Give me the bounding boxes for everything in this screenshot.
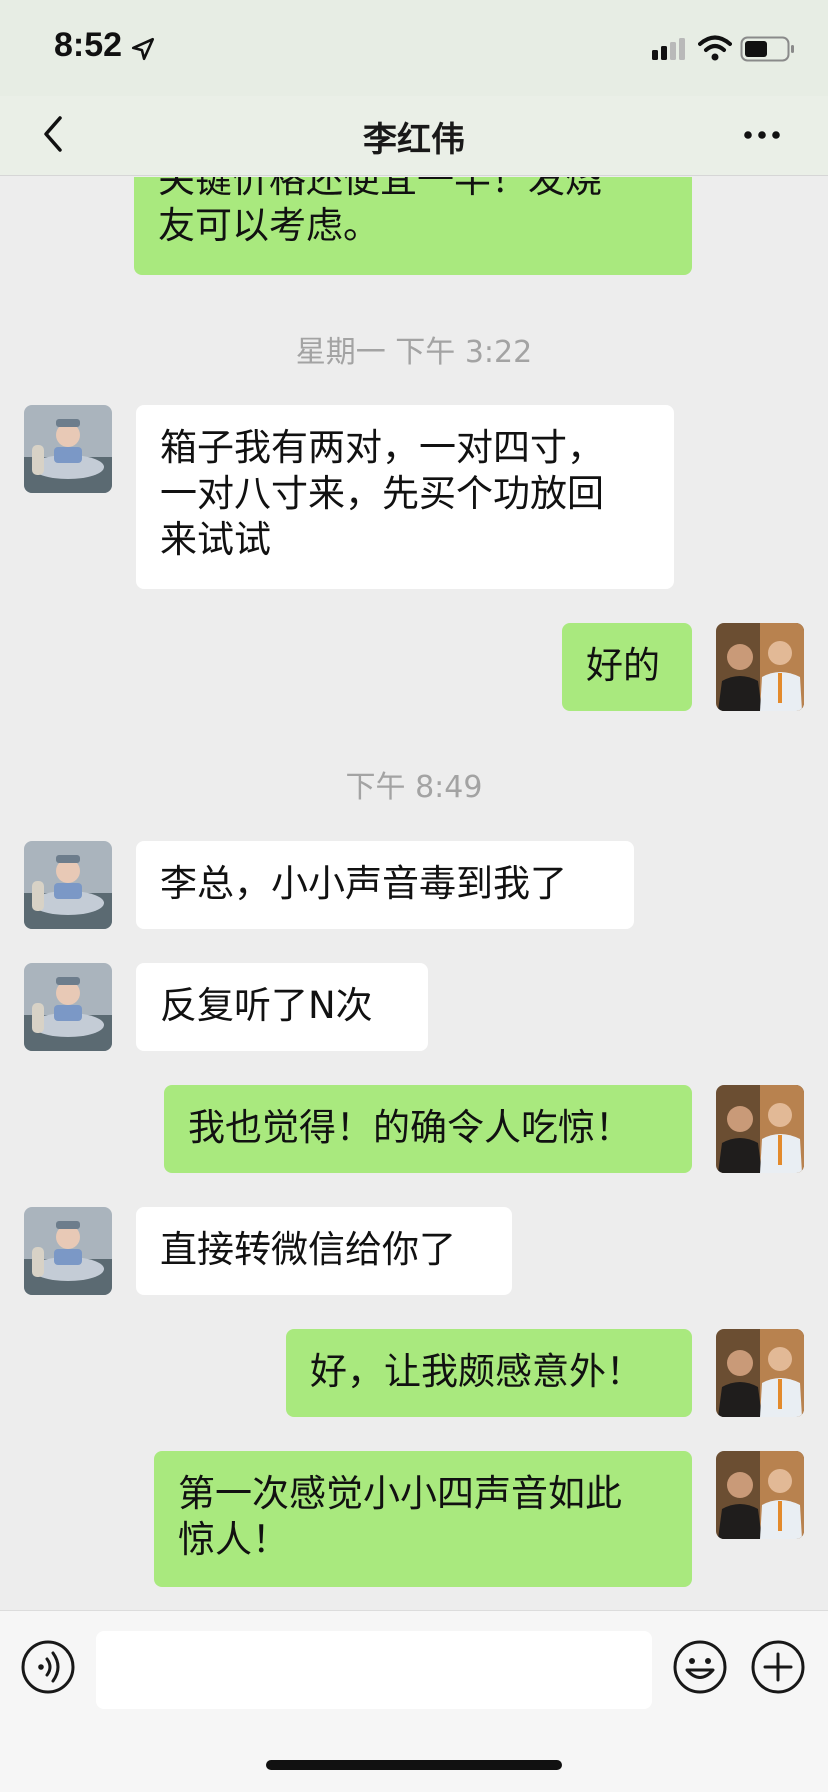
chat-area[interactable]: 关键价格还便宜一半！发烧 友可以考虑。 星期一 下午 3:22 箱子我有两对，一… bbox=[0, 177, 828, 1610]
contact-message-bubble[interactable]: 李总，小小声音毒到我了 bbox=[136, 841, 634, 929]
location-arrow-icon bbox=[131, 37, 155, 61]
message-input[interactable] bbox=[96, 1631, 652, 1709]
contact-avatar[interactable] bbox=[24, 405, 112, 493]
chat-title: 李红伟 bbox=[363, 121, 465, 159]
contact-message-bubble[interactable]: 反复听了N次 bbox=[136, 963, 428, 1051]
home-indicator bbox=[266, 1760, 562, 1770]
message-line: 来试试 bbox=[160, 518, 271, 561]
my-avatar[interactable] bbox=[716, 1085, 804, 1173]
plus-icon[interactable] bbox=[750, 1639, 806, 1695]
message-line: 友可以考虑。 bbox=[158, 204, 380, 247]
wifi-icon bbox=[698, 35, 732, 61]
message-line: 好，让我颇感意外！ bbox=[310, 1350, 643, 1393]
contact-avatar[interactable] bbox=[24, 963, 112, 1051]
ellipsis-icon[interactable] bbox=[742, 120, 782, 150]
message-line: 惊人！ bbox=[178, 1518, 289, 1561]
status-bar: 8:52 bbox=[0, 0, 828, 96]
my-message-bubble[interactable]: 关键价格还便宜一半！发烧 友可以考虑。 bbox=[134, 177, 692, 275]
message-line: 我也觉得！的确令人吃惊！ bbox=[188, 1106, 632, 1149]
my-avatar[interactable] bbox=[716, 1451, 804, 1539]
message-line: 好的 bbox=[586, 644, 660, 687]
message-line: 关键价格还便宜一半！发烧 bbox=[158, 177, 602, 201]
my-avatar[interactable] bbox=[716, 1329, 804, 1417]
timestamp: 下午 8:49 bbox=[345, 770, 483, 805]
contact-avatar[interactable] bbox=[24, 1207, 112, 1295]
my-message-bubble[interactable]: 好，让我颇感意外！ bbox=[286, 1329, 692, 1417]
message-line: 李总，小小声音毒到我了 bbox=[160, 862, 567, 905]
status-time: 8:52 bbox=[54, 26, 123, 64]
cellular-signal-icon bbox=[652, 38, 685, 60]
my-message-bubble[interactable]: 第一次感觉小小四声音如此 惊人！ bbox=[154, 1451, 692, 1587]
contact-message-bubble[interactable]: 直接转微信给你了 bbox=[136, 1207, 512, 1295]
message-line: 箱子我有两对，一对四寸， bbox=[160, 426, 604, 469]
message-line: 直接转微信给你了 bbox=[160, 1228, 456, 1271]
battery-icon bbox=[740, 36, 794, 62]
contact-message-bubble[interactable]: 箱子我有两对，一对四寸， 一对八寸来，先买个功放回 来试试 bbox=[136, 405, 674, 589]
my-message-bubble[interactable]: 好的 bbox=[562, 623, 692, 711]
my-message-bubble[interactable]: 我也觉得！的确令人吃惊！ bbox=[164, 1085, 692, 1173]
message-line: 第一次感觉小小四声音如此 bbox=[178, 1472, 622, 1515]
timestamp: 星期一 下午 3:22 bbox=[295, 335, 533, 370]
message-line: 一对八寸来，先买个功放回 bbox=[160, 472, 604, 515]
emoji-icon[interactable] bbox=[672, 1639, 728, 1695]
nav-bar: 李红伟 bbox=[0, 96, 828, 176]
contact-avatar[interactable] bbox=[24, 841, 112, 929]
voice-icon[interactable] bbox=[20, 1639, 76, 1695]
my-avatar[interactable] bbox=[716, 623, 804, 711]
message-line: 反复听了N次 bbox=[160, 984, 373, 1027]
